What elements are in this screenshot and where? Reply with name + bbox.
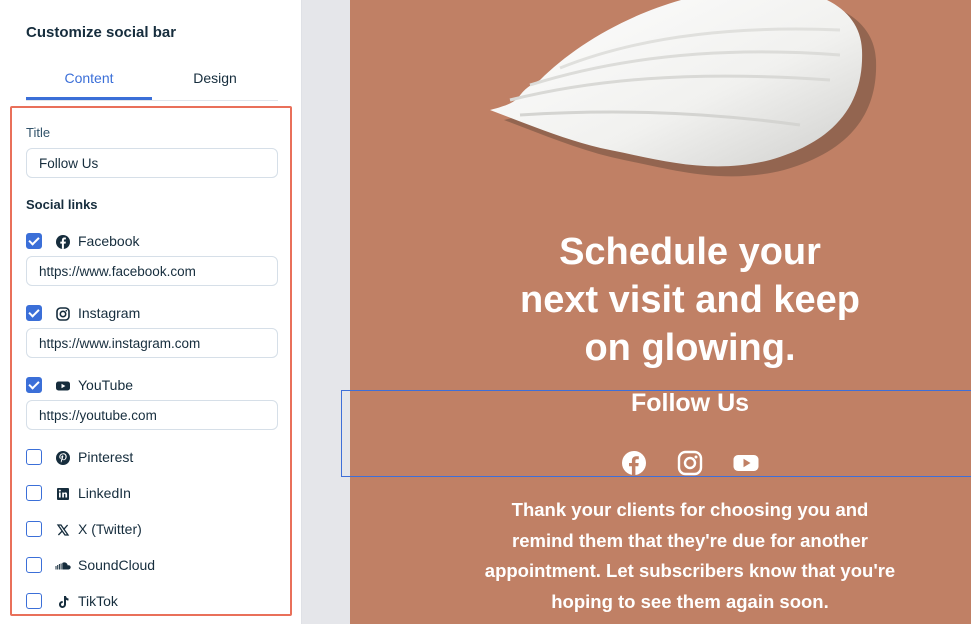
pinterest-icon: [56, 451, 70, 465]
pinterest-checkbox[interactable]: [26, 449, 42, 465]
soundcloud-checkbox[interactable]: [26, 557, 42, 573]
linkedin-checkbox[interactable]: [26, 485, 42, 501]
cream-swatch-image: [490, 0, 877, 177]
social-row-instagram: Instagram: [26, 305, 278, 323]
youtube-icon: [56, 381, 70, 391]
linkedin-label: LinkedIn: [78, 485, 131, 501]
facebook-icon: [56, 235, 70, 249]
x-twitter-icon: [56, 524, 70, 536]
body-line-4: hoping to see them again soon.: [551, 590, 829, 612]
body-text: Thank your clients for choosing you and …: [350, 495, 971, 617]
pinterest-label: Pinterest: [78, 449, 134, 465]
body-line-3: appointment. Let subscribers know that y…: [484, 560, 896, 581]
social-row-facebook: Facebook: [26, 233, 278, 251]
x-twitter-checkbox[interactable]: [26, 521, 42, 537]
title-input[interactable]: [26, 148, 278, 178]
instagram-checkbox[interactable]: [26, 305, 42, 321]
title-label: Title: [26, 125, 51, 140]
customize-panel: Customize social bar Content Design Titl…: [0, 0, 302, 624]
tiktok-checkbox[interactable]: [26, 593, 42, 609]
tab-design[interactable]: Design: [152, 66, 278, 100]
headline-line-2: next visit and keep: [519, 279, 860, 321]
social-links-heading: Social links: [26, 197, 98, 212]
x-twitter-label: X (Twitter): [78, 521, 142, 537]
facebook-label: Facebook: [78, 233, 140, 249]
facebook-url-input[interactable]: [26, 256, 278, 286]
social-row-tiktok: TikTok: [26, 593, 278, 611]
email-preview: Schedule your next visit and keep on glo…: [350, 0, 971, 624]
body-line-2: remind them that they're due for another: [512, 529, 868, 551]
soundcloud-label: SoundCloud: [78, 557, 156, 573]
social-row-linkedin: LinkedIn: [26, 485, 278, 503]
headline: Schedule your next visit and keep on glo…: [350, 228, 971, 372]
headline-line-1: Schedule your: [559, 231, 821, 273]
content-highlight-box: [10, 106, 292, 616]
social-row-youtube: YouTube: [26, 377, 278, 395]
social-row-soundcloud: SoundCloud: [26, 557, 278, 575]
youtube-label: YouTube: [78, 377, 134, 393]
tiktok-icon: [59, 596, 69, 608]
tabs: Content Design: [26, 66, 278, 101]
panel-title: Customize social bar: [26, 24, 177, 41]
instagram-icon: [56, 307, 70, 321]
headline-line-3: on glowing.: [584, 327, 796, 369]
youtube-url-input[interactable]: [26, 400, 278, 430]
youtube-checkbox[interactable]: [26, 377, 42, 393]
social-row-pinterest: Pinterest: [26, 449, 278, 467]
tab-content[interactable]: Content: [26, 66, 152, 100]
social-row-x-twitter: X (Twitter): [26, 521, 278, 539]
soundcloud-icon: [55, 562, 71, 570]
instagram-label: Instagram: [78, 305, 141, 321]
facebook-checkbox[interactable]: [26, 233, 42, 249]
tiktok-label: TikTok: [78, 593, 118, 609]
body-line-1: Thank your clients for choosing you and: [511, 499, 869, 520]
social-bar-selection-frame[interactable]: [341, 390, 971, 477]
instagram-url-input[interactable]: [26, 328, 278, 358]
linkedin-icon: [57, 488, 69, 500]
